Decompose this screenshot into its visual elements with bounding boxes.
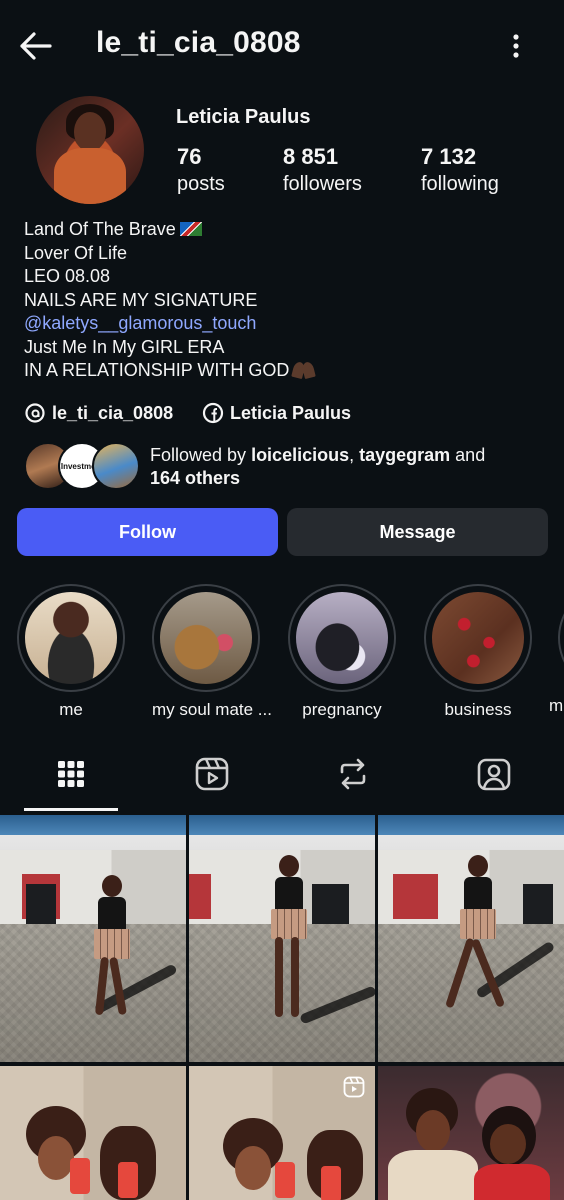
bio-line: NAILS ARE MY SIGNATURE <box>24 289 258 310</box>
bio-mention-link[interactable]: @kaletys__glamorous_touch <box>24 312 317 336</box>
highlight-business[interactable]: business <box>424 584 532 720</box>
arrow-left-icon <box>20 32 52 60</box>
reel-badge-icon <box>343 1076 365 1098</box>
post-thumbnail[interactable] <box>378 1066 564 1200</box>
follow-button[interactable]: Follow <box>17 508 278 556</box>
active-tab-indicator <box>24 808 118 811</box>
more-options-button[interactable] <box>498 26 534 66</box>
facebook-icon <box>202 402 224 424</box>
highlight-me[interactable]: me <box>17 584 125 720</box>
tagged-icon <box>477 758 511 791</box>
reels-icon <box>195 757 229 791</box>
repost-icon <box>340 758 366 790</box>
profile-bio: Land Of The Brave Lover Of Life LEO 08.0… <box>24 218 317 383</box>
highlight-pregnancy[interactable]: pregnancy <box>288 584 396 720</box>
facebook-name: Leticia Paulus <box>230 402 352 423</box>
post-thumbnail[interactable] <box>189 815 375 1062</box>
highlight-my-soul-mate[interactable]: my soul mate ... <box>152 584 272 720</box>
post-thumbnail[interactable] <box>378 815 564 1062</box>
bio-line: IN A RELATIONSHIP WITH GOD <box>24 359 317 383</box>
post-thumbnail[interactable] <box>0 815 186 1062</box>
praying-hands-icon <box>291 362 317 378</box>
namibia-flag-icon <box>179 222 202 236</box>
followed-by-text[interactable]: Followed by loicelicious, taygegram and … <box>150 444 550 490</box>
threads-link[interactable]: le_ti_cia_0808 <box>24 402 173 424</box>
more-vertical-icon <box>513 34 519 58</box>
profile-avatar[interactable] <box>36 96 144 204</box>
tab-reels[interactable] <box>192 754 232 794</box>
tab-tagged[interactable] <box>474 754 514 794</box>
threads-icon <box>25 403 45 423</box>
post-thumbnail[interactable] <box>189 1066 375 1200</box>
message-button[interactable]: Message <box>287 508 548 556</box>
tab-reposts[interactable] <box>333 754 373 794</box>
posts-label: posts <box>177 173 225 195</box>
post-thumbnail[interactable] <box>0 1066 186 1200</box>
highlight-label: my soul mate ... <box>152 700 272 719</box>
followers-count: 8 851 <box>283 144 339 169</box>
highlight-label: m <box>549 696 564 715</box>
mutual-followers-avatars[interactable]: Investment <box>24 442 140 490</box>
mutual-avatar <box>92 442 140 490</box>
highlight-label: business <box>444 700 512 719</box>
stat-following[interactable]: 7 132 following <box>421 144 499 198</box>
highlight-partial[interactable] <box>558 584 564 692</box>
posts-count: 76 <box>177 144 202 169</box>
tab-grid[interactable] <box>51 754 91 794</box>
bio-line: Land Of The Brave <box>24 218 317 242</box>
following-count: 7 132 <box>421 144 477 169</box>
bio-line: LEO 08.08 <box>24 266 111 286</box>
profile-username: le_ti_cia_0808 <box>96 26 301 59</box>
facebook-link[interactable]: Leticia Paulus <box>202 402 351 424</box>
highlight-label: pregnancy <box>302 700 382 719</box>
profile-full-name: Leticia Paulus <box>176 106 311 128</box>
bio-line: Just Me In My GIRL ERA <box>24 336 225 357</box>
threads-username: le_ti_cia_0808 <box>52 402 174 423</box>
highlight-label: me <box>59 700 83 719</box>
back-button[interactable] <box>14 26 58 66</box>
stat-followers[interactable]: 8 851 followers <box>283 144 362 198</box>
grid-icon <box>58 761 84 787</box>
stat-posts[interactable]: 76 posts <box>177 144 225 198</box>
followers-label: followers <box>283 173 362 195</box>
bio-line: Lover Of Life <box>24 242 128 263</box>
following-label: following <box>421 173 499 195</box>
